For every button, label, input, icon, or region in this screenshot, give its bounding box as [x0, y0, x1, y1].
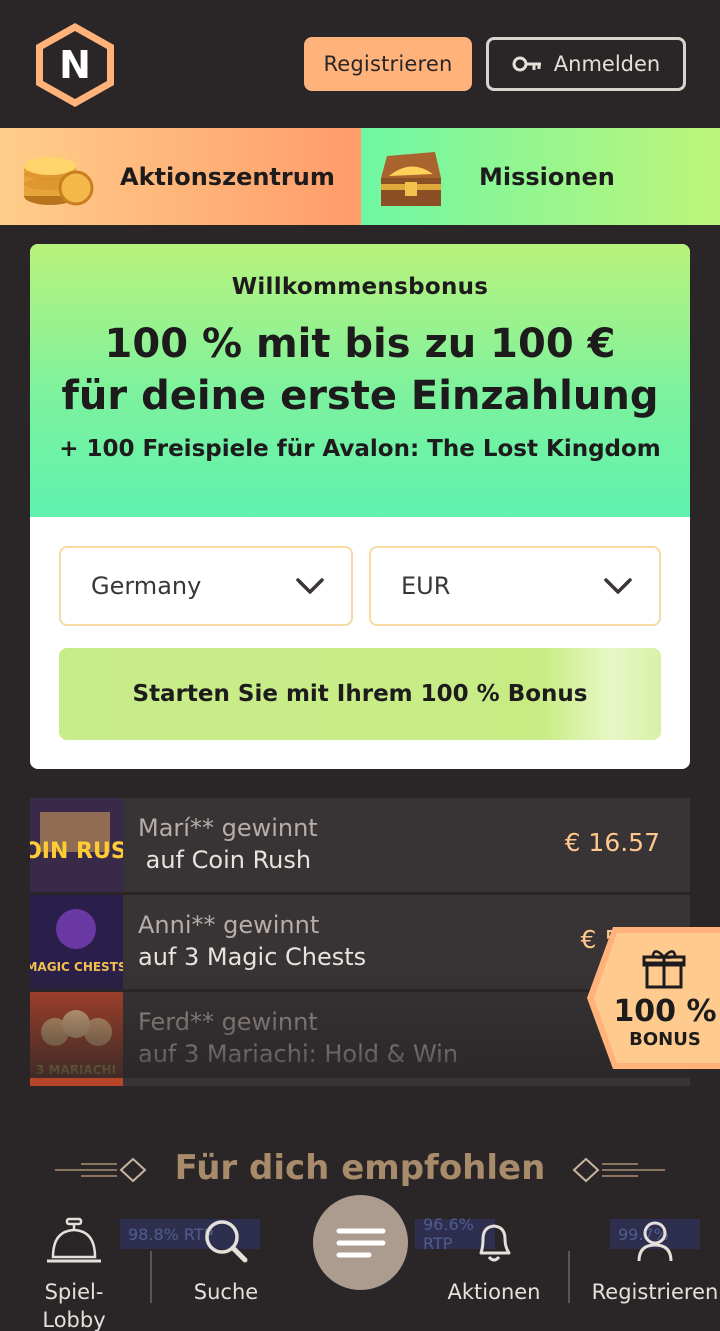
bonus-headline-line1: 100 % mit bis zu 100 € [104, 321, 616, 367]
header: N Registrieren Anmelden [0, 0, 720, 128]
bell-icon [479, 1224, 511, 1262]
chevron-down-icon [604, 578, 632, 594]
nav-lobby-line2: Lobby [42, 1308, 106, 1331]
winner-game: auf Coin Rush [138, 846, 312, 874]
nav-lobby-line1: Spiel- [44, 1280, 104, 1304]
tab-promotion-center-label: Aktionszentrum [120, 162, 335, 191]
register-label: Registrieren [323, 52, 453, 76]
nav-search-label: Suche [193, 1280, 259, 1304]
bonus-headline-line2: für deine erste Einzahlung [61, 373, 659, 419]
bonus-headline: 100 % mit bis zu 100 € für deine erste E… [30, 318, 690, 422]
game-thumbnail-magic-chests: MAGIC CHESTS [30, 895, 123, 989]
search-icon [205, 1220, 248, 1263]
game-thumbnail-label: COIN RUSH [30, 839, 123, 864]
tab-promotion-center[interactable]: Aktionszentrum [0, 128, 361, 225]
country-select[interactable]: Germany [59, 546, 353, 626]
tab-missions[interactable]: Missionen [361, 128, 720, 225]
bell-service-icon [47, 1217, 101, 1263]
logo-letter: N [59, 43, 91, 87]
game-thumbnail-label: 3 MARIACHI [36, 1063, 116, 1077]
nav-promotions-label: Aktionen [447, 1280, 541, 1304]
winner-text: Anni** gewinnt auf 3 Magic Chests [138, 909, 366, 973]
nav-register[interactable]: Registrieren [590, 1217, 720, 1306]
title-ornament-right [572, 1157, 665, 1183]
nav-divider [150, 1251, 152, 1303]
menu-button[interactable] [313, 1195, 408, 1290]
winner-player: Marí** gewinnt [138, 814, 318, 842]
register-button[interactable]: Registrieren [304, 37, 472, 91]
country-value: Germany [91, 572, 202, 600]
start-bonus-button[interactable]: Starten Sie mit Ihrem 100 % Bonus [59, 648, 661, 740]
user-icon [637, 1221, 673, 1262]
winner-player: Ferd** gewinnt [138, 1008, 318, 1036]
menu-icon [336, 1228, 385, 1257]
game-thumbnail-3-mariachi: 3 MARIACHI [30, 992, 123, 1086]
winner-row[interactable]: COIN RUSH Marí** gewinnt auf Coin Rush €… [30, 798, 690, 892]
login-button[interactable]: Anmelden [486, 37, 686, 91]
nav-register-label: Registrieren [591, 1280, 719, 1304]
nav-divider [568, 1251, 570, 1303]
badge-label: BONUS [629, 1029, 701, 1050]
currency-value: EUR [401, 572, 451, 600]
nav-game-lobby[interactable]: Spiel- Lobby [28, 1217, 120, 1331]
bonus-kicker: Willkommensbonus [231, 274, 489, 300]
bonus-banner: Willkommensbonus 100 % mit bis zu 100 € … [30, 244, 690, 517]
badge-percent: 100 % [613, 994, 716, 1029]
login-label: Anmelden [553, 52, 661, 76]
nav-lobby-label: Spiel- Lobby [28, 1278, 120, 1331]
game-thumbnail-coin-rush: COIN RUSH [30, 798, 123, 892]
chevron-down-icon [296, 578, 324, 594]
game-thumbnail-label: MAGIC CHESTS [30, 960, 123, 974]
bonus-free-spins: + 100 Freispiele für Avalon: The Lost Ki… [59, 436, 661, 462]
winner-player: Anni** gewinnt [138, 911, 320, 939]
start-bonus-label: Starten Sie mit Ihrem 100 % Bonus [132, 681, 588, 707]
coins-icon [24, 157, 94, 206]
winner-text: Ferd** gewinnt auf 3 Mariachi: Hold & Wi… [138, 1006, 458, 1070]
welcome-bonus-card: Willkommensbonus 100 % mit bis zu 100 € … [30, 244, 690, 769]
winner-amount: € 16.57 [564, 828, 660, 857]
winner-game: auf 3 Magic Chests [138, 943, 367, 971]
winner-text: Marí** gewinnt auf Coin Rush [138, 812, 318, 876]
nav-search[interactable]: Suche [186, 1217, 266, 1306]
currency-select[interactable]: EUR [369, 546, 661, 626]
tab-missions-label: Missionen [479, 162, 615, 191]
nav-promotions[interactable]: Aktionen [442, 1217, 546, 1306]
treasure-chest-icon [381, 152, 441, 206]
key-icon [512, 56, 541, 72]
logo[interactable]: N [32, 20, 118, 110]
bonus-badge[interactable]: 100 % BONUS [585, 925, 720, 1071]
winner-game: auf 3 Mariachi: Hold & Win [138, 1040, 459, 1068]
